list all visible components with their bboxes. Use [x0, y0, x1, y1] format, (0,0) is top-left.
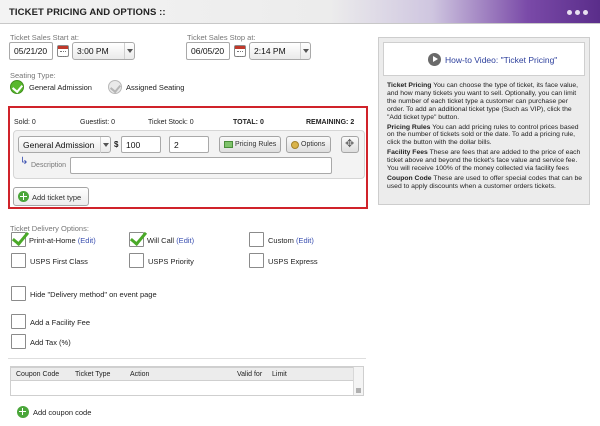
gear-icon [291, 141, 299, 149]
reply-arrow-icon: ↳ [20, 156, 29, 167]
sales-start-time-select[interactable]: 3:00 PM [72, 42, 135, 60]
remaining-count: REMAINING: 2 [306, 119, 355, 126]
total-count: TOTAL: 0 [233, 119, 264, 126]
sales-stop-date-input[interactable]: 06/05/20 [186, 42, 230, 60]
usps-express-label: USPS Express [268, 257, 318, 266]
help-facility-fees-title: Facility Fees [387, 149, 428, 157]
help-coupon-code: Coupon Code These are used to offer spec… [387, 175, 585, 191]
ticket-type-section: Sold: 0 Guestlist: 0 Ticket Stock: 0 TOT… [8, 106, 368, 209]
assigned-seating-label: Assigned Seating [126, 83, 185, 92]
add-coupon-plus-icon[interactable] [17, 406, 29, 418]
seating-type-label: Seating Type: [10, 71, 56, 80]
print-at-home-text: Print-at-Home [29, 236, 76, 245]
options-button[interactable]: Options [286, 136, 331, 153]
print-at-home-checkbox[interactable] [11, 232, 26, 247]
ticket-stock-count: Ticket Stock: 0 [148, 119, 194, 126]
custom-edit-link[interactable]: (Edit) [296, 236, 314, 245]
help-panel: How-to Video: "Ticket Pricing" Ticket Pr… [378, 37, 590, 205]
hide-delivery-method-checkbox[interactable] [11, 286, 26, 301]
sales-stop-time-select[interactable]: 2:14 PM [249, 42, 311, 60]
will-call-checkbox[interactable] [129, 232, 144, 247]
description-label: Description [31, 162, 67, 169]
calendar-icon[interactable] [234, 45, 246, 57]
col-action: Action [130, 371, 150, 378]
help-ticket-pricing: Ticket Pricing You can choose the type o… [387, 82, 585, 122]
usps-priority-label: USPS Priority [148, 257, 194, 266]
general-admission-label: General Admission [29, 83, 92, 92]
guestlist-count: Guestlist: 0 [80, 119, 116, 126]
ticket-price-input[interactable]: 100 [121, 136, 161, 153]
usps-first-class-label: USPS First Class [30, 257, 88, 266]
facility-fee-checkbox[interactable] [11, 314, 26, 329]
chevron-down-icon [124, 43, 134, 59]
custom-checkbox[interactable] [249, 232, 264, 247]
ticket-type-select[interactable]: General Admission [18, 136, 111, 153]
col-valid-for: Valid for [237, 371, 263, 378]
dollar-bills-icon [224, 141, 233, 148]
will-call-label: Will Call (Edit) [147, 236, 194, 245]
add-coupon-code-link[interactable]: Add coupon code [33, 408, 91, 417]
move-handle[interactable]: ✥ [341, 136, 359, 153]
help-pricing-rules-title: Pricing Rules [387, 123, 431, 131]
pricing-rules-label: Pricing Rules [235, 141, 277, 148]
help-text: Ticket Pricing You can choose the type o… [387, 82, 585, 191]
usps-first-class-checkbox[interactable] [11, 253, 26, 268]
how-to-video-box[interactable]: How-to Video: "Ticket Pricing" [383, 42, 585, 76]
ticket-type-value: General Admission [23, 140, 95, 150]
sales-stop-label: Ticket Sales Stop at: [187, 33, 256, 42]
ticket-quantity-input[interactable]: 2 [169, 136, 209, 153]
scroll-grip-icon [356, 388, 361, 393]
how-to-video-link[interactable]: How-to Video: "Ticket Pricing" [445, 55, 557, 65]
help-coupon-code-title: Coupon Code [387, 174, 432, 182]
sales-start-time-value: 3:00 PM [77, 46, 109, 56]
will-call-edit-link[interactable]: (Edit) [176, 236, 194, 245]
usps-priority-checkbox[interactable] [129, 253, 144, 268]
play-icon[interactable] [428, 53, 441, 66]
will-call-text: Will Call [147, 236, 175, 245]
col-limit: Limit [272, 371, 287, 378]
add-ticket-type-button[interactable]: Add ticket type [13, 187, 89, 206]
coupon-table: Coupon Code Ticket Type Action Valid for… [10, 366, 364, 396]
options-label: Options [301, 141, 326, 148]
add-ticket-type-label: Add ticket type [32, 193, 82, 202]
sales-start-date-input[interactable]: 05/21/20 [9, 42, 53, 60]
help-pricing-rules: Pricing Rules You can add pricing rules … [387, 124, 585, 148]
help-ticket-pricing-title: Ticket Pricing [387, 82, 432, 89]
pricing-rules-button[interactable]: Pricing Rules [219, 136, 281, 153]
facility-fee-label: Add a Facility Fee [30, 318, 91, 327]
calendar-icon[interactable] [57, 45, 69, 57]
page-title: TICKET PRICING AND OPTIONS :: [9, 7, 166, 18]
coupon-table-scrollbar[interactable] [353, 367, 363, 395]
sales-stop-time-value: 2:14 PM [254, 46, 286, 56]
custom-label: Custom (Edit) [268, 236, 314, 245]
plus-icon [18, 191, 29, 202]
print-at-home-label: Print-at-Home (Edit) [29, 236, 96, 245]
divider [8, 358, 366, 359]
hide-delivery-method-label: Hide "Delivery method" on event page [30, 290, 157, 299]
coupon-table-header: Coupon Code Ticket Type Action Valid for… [11, 367, 353, 381]
move-arrows-icon: ✥ [345, 138, 355, 150]
chevron-down-icon [100, 137, 110, 153]
description-input[interactable] [70, 157, 332, 174]
general-admission-radio[interactable] [10, 80, 24, 94]
col-coupon-code: Coupon Code [16, 371, 60, 378]
help-facility-fees: Facility Fees These are fees that are ad… [387, 149, 585, 173]
sold-count: Sold: 0 [14, 119, 36, 126]
sales-start-label: Ticket Sales Start at: [10, 33, 79, 42]
add-tax-label: Add Tax (%) [30, 338, 71, 347]
add-tax-checkbox[interactable] [11, 334, 26, 349]
ticket-type-row: General Admission $ 100 2 Pricing Rules … [13, 130, 365, 179]
usps-express-checkbox[interactable] [249, 253, 264, 268]
print-at-home-edit-link[interactable]: (Edit) [78, 236, 96, 245]
page-header: TICKET PRICING AND OPTIONS :: [0, 0, 600, 24]
col-ticket-type: Ticket Type [75, 371, 111, 378]
currency-symbol: $ [114, 140, 119, 149]
chevron-down-icon [300, 43, 310, 59]
custom-text: Custom [268, 236, 294, 245]
assigned-seating-radio[interactable] [108, 80, 122, 94]
